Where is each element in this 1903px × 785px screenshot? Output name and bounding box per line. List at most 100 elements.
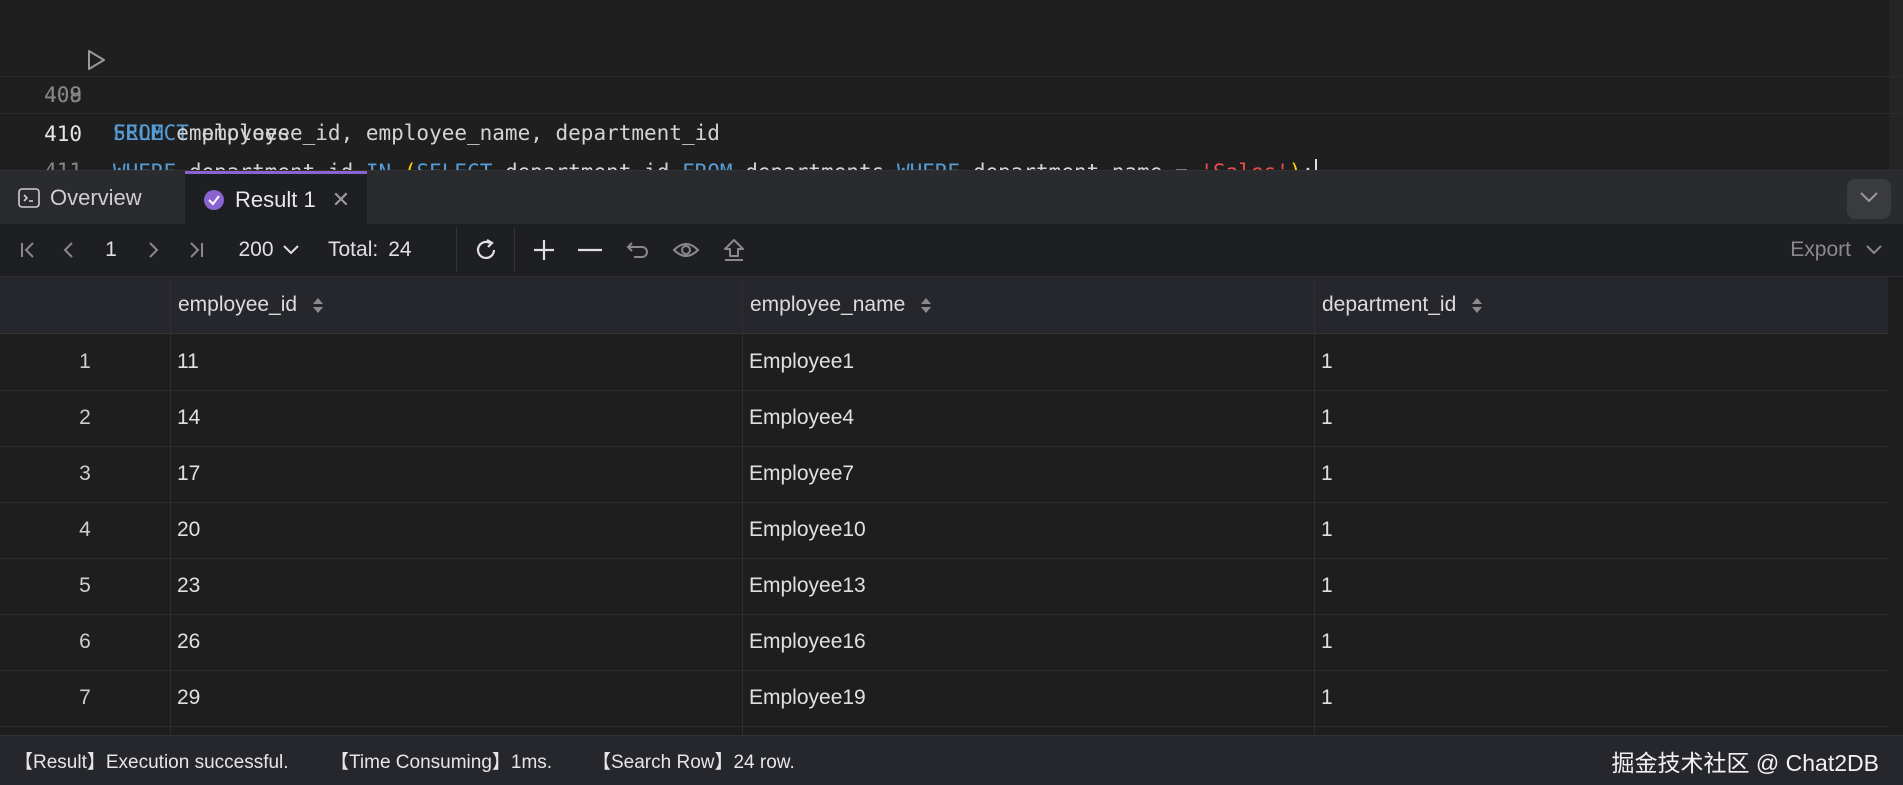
editor-line[interactable]: 409 FROM employees <box>0 38 1903 145</box>
column-title: department_id <box>1322 293 1457 316</box>
row-number: 4 <box>79 518 91 541</box>
table-cell[interactable]: 26 <box>177 614 200 670</box>
table-header: employee_id employee_name department_id <box>0 277 1888 334</box>
last-page-button[interactable] <box>182 224 210 276</box>
editor-line[interactable]: 408 SELECT employee_id, employee_name, d… <box>0 0 1903 145</box>
column-header-department-id[interactable]: department_id <box>1322 277 1483 333</box>
table-cell[interactable]: Employee4 <box>749 390 854 446</box>
row-number: 7 <box>79 686 91 709</box>
submit-changes-button[interactable] <box>718 224 750 276</box>
result-grid: employee_id employee_name department_id … <box>0 277 1903 735</box>
table-row[interactable]: 6 26 Employee16 1 <box>0 614 1888 671</box>
delete-row-button[interactable] <box>574 224 606 276</box>
run-statement-icon[interactable] <box>8 8 105 70</box>
next-page-button[interactable] <box>142 224 166 276</box>
table-row[interactable]: 4 20 Employee10 1 <box>0 502 1888 559</box>
column-divider <box>170 277 171 735</box>
table-cell[interactable]: 1 <box>1321 558 1333 614</box>
table-cell[interactable]: 17 <box>177 446 200 502</box>
table-cell[interactable]: Employee7 <box>749 446 854 502</box>
table-row[interactable]: 5 23 Employee13 1 <box>0 558 1888 615</box>
add-row-button[interactable] <box>528 224 560 276</box>
column-title: employee_id <box>178 293 298 316</box>
table-cell[interactable]: 1 <box>1321 446 1333 502</box>
row-number: 2 <box>79 406 91 429</box>
table-cell[interactable]: Employee1 <box>749 334 854 390</box>
table-cell[interactable]: 20 <box>177 502 200 558</box>
prev-page-button[interactable] <box>56 224 80 276</box>
close-icon[interactable]: ✕ <box>332 187 350 213</box>
column-header-employee-name[interactable]: employee_name <box>750 277 932 333</box>
plus-icon <box>534 240 554 260</box>
watermark: 掘金技术社区 @ Chat2DB <box>1611 749 1879 776</box>
toolbar-divider <box>514 228 515 272</box>
table-cell[interactable]: 23 <box>177 558 200 614</box>
table-cell[interactable]: 11 <box>177 334 199 390</box>
undo-button[interactable] <box>622 224 654 276</box>
sort-icon[interactable] <box>1472 297 1483 313</box>
chevron-down-icon <box>282 245 299 255</box>
sql-editor[interactable]: 408 SELECT employee_id, employee_name, d… <box>0 0 1903 170</box>
table-cell[interactable]: 29 <box>177 670 200 726</box>
undo-icon <box>626 242 648 258</box>
tab-result-1[interactable]: Result 1 ✕ <box>185 171 367 225</box>
editor-line-current[interactable]: 410 WHERE department_id IN (SELECT depar… <box>0 76 1903 170</box>
chevron-right-icon <box>149 242 159 258</box>
column-divider <box>1314 277 1315 735</box>
status-bar: 【Result】Execution successful. 【Time Cons… <box>0 735 1903 785</box>
current-page[interactable]: 1 <box>96 224 126 276</box>
terminal-icon <box>18 188 40 208</box>
row-number: 1 <box>79 350 91 373</box>
refresh-button[interactable] <box>470 224 502 276</box>
success-check-icon <box>203 189 225 211</box>
table-row[interactable]: 2 14 Employee4 1 <box>0 390 1888 447</box>
editor-line[interactable]: 412 <box>0 152 1903 170</box>
chevron-down-icon <box>1866 245 1882 255</box>
table-cell[interactable]: Employee19 <box>749 670 866 726</box>
table-cell[interactable]: 14 <box>177 390 200 446</box>
tab-label: Overview <box>50 185 142 210</box>
upload-icon <box>724 239 744 261</box>
tab-label: Result 1 <box>235 186 316 212</box>
table-cell[interactable]: 1 <box>1321 670 1333 726</box>
total-count: Total: 24 <box>328 224 448 276</box>
chevron-down-icon <box>1859 190 1879 208</box>
table-row[interactable]: 7 29 Employee19 1 <box>0 670 1888 727</box>
page-size-select[interactable]: 200 <box>232 224 306 276</box>
table-cell[interactable]: 1 <box>1321 334 1333 390</box>
collapse-panel-button[interactable] <box>1847 179 1891 219</box>
row-number: 6 <box>79 630 91 653</box>
tab-overview[interactable]: Overview <box>18 171 142 225</box>
first-page-button[interactable] <box>14 224 42 276</box>
table-cell[interactable]: Employee13 <box>749 558 866 614</box>
result-tab-bar: Overview Result 1 ✕ <box>0 170 1903 225</box>
page-size-value: 200 <box>238 238 274 261</box>
status-result: 【Result】Execution successful. <box>14 752 289 773</box>
minus-icon <box>578 248 602 252</box>
chevron-left-icon <box>63 242 73 258</box>
eye-icon <box>672 243 700 257</box>
sort-icon[interactable] <box>313 297 324 313</box>
first-page-icon <box>21 242 34 258</box>
table-cell[interactable]: Employee10 <box>749 502 866 558</box>
row-number: 3 <box>79 462 91 485</box>
table-cell[interactable]: 1 <box>1321 390 1333 446</box>
table-cell[interactable]: Employee16 <box>749 614 866 670</box>
result-toolbar: 1 200 Total: 24 Export <box>0 224 1903 277</box>
table-cell[interactable]: 1 <box>1321 614 1333 670</box>
total-label: Total: <box>328 238 379 261</box>
last-page-icon <box>190 242 203 258</box>
editor-line[interactable]: 411 <box>0 114 1903 170</box>
toolbar-divider <box>456 228 457 272</box>
table-row[interactable]: 3 17 Employee7 1 <box>0 446 1888 503</box>
sort-icon[interactable] <box>921 297 932 313</box>
row-number: 5 <box>79 574 91 597</box>
export-dropdown[interactable]: Export <box>1790 224 1883 276</box>
table-row[interactable]: 1 11 Employee1 1 <box>0 334 1888 391</box>
status-time: 【Time Consuming】1ms. <box>330 752 553 773</box>
column-title: employee_name <box>750 293 906 316</box>
table-cell[interactable]: 1 <box>1321 502 1333 558</box>
column-header-employee-id[interactable]: employee_id <box>178 277 324 333</box>
refresh-icon <box>476 239 496 259</box>
preview-button[interactable] <box>670 224 702 276</box>
